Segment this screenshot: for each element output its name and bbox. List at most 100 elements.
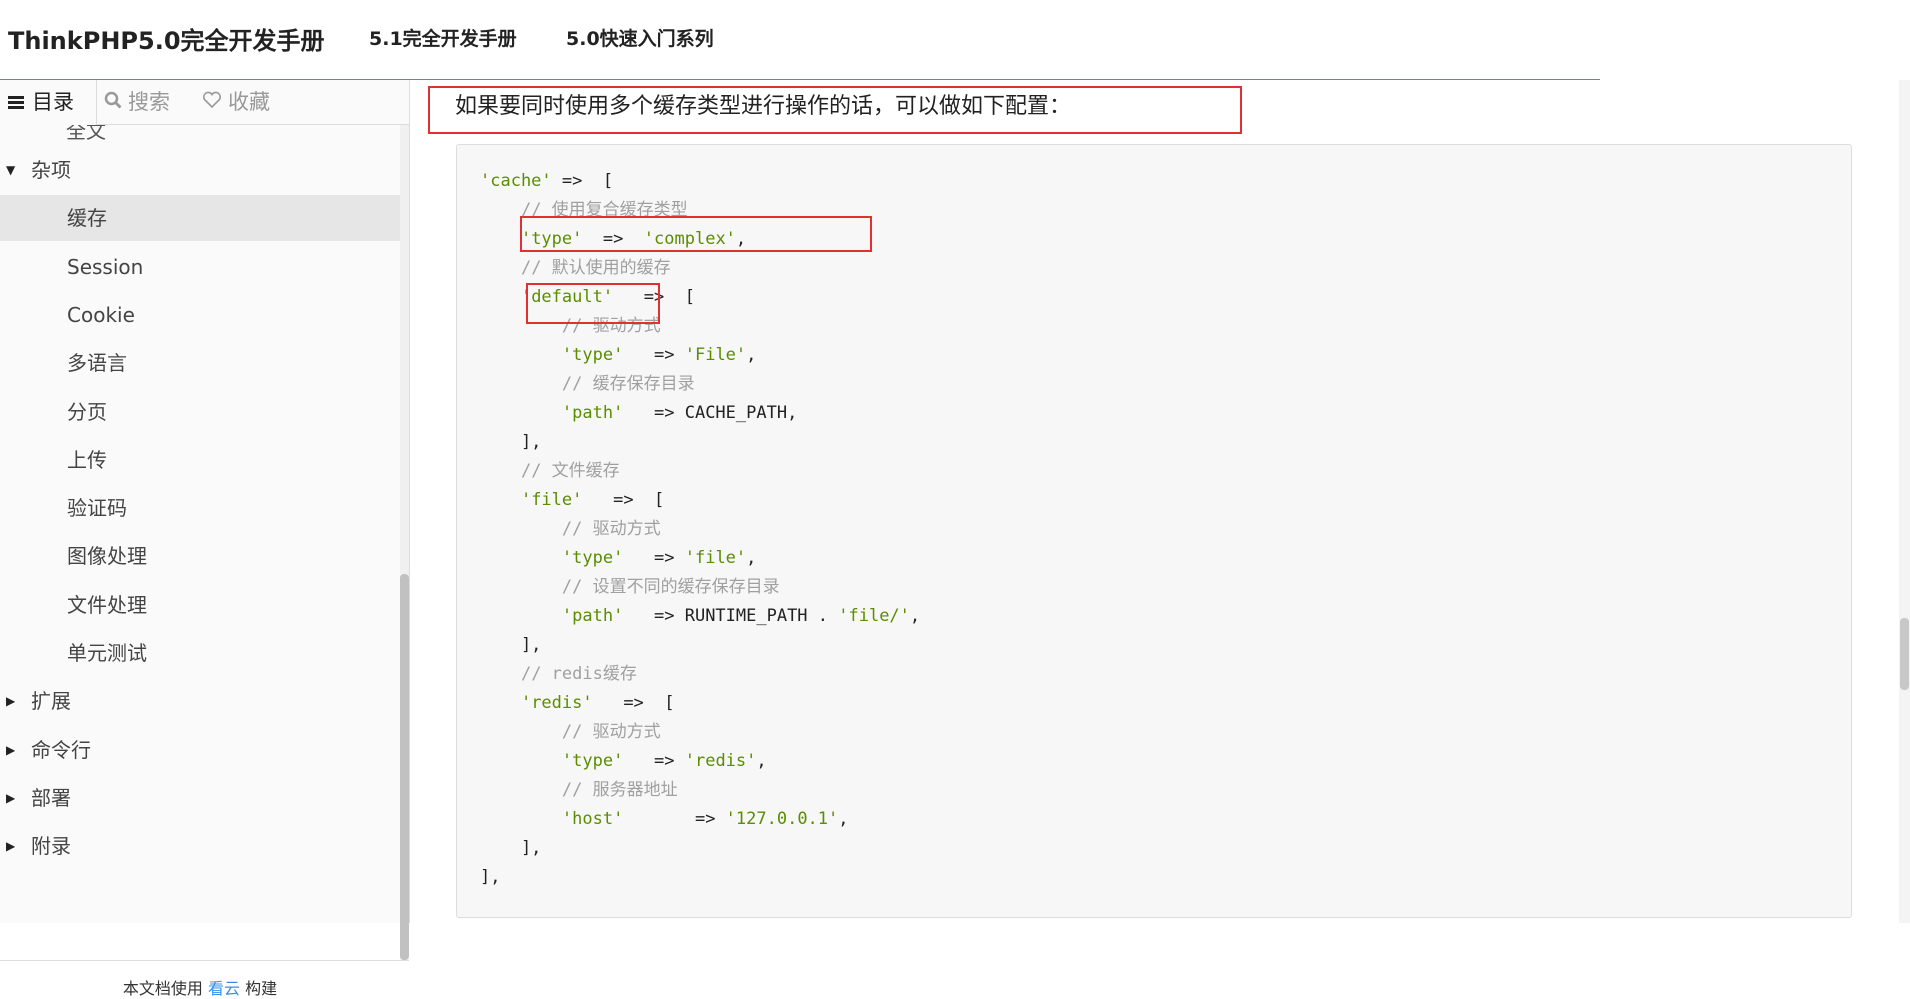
tab-favorites[interactable]: 收藏 (202, 80, 270, 124)
code-text: , (909, 606, 921, 626)
sidebar-item-label: 扩展 (31, 689, 71, 714)
footer-divider (0, 960, 409, 961)
code-line: // 默认使用的缓存 (480, 254, 920, 283)
sidebar-item[interactable]: 单元测试 (0, 630, 400, 676)
sidebar-item[interactable]: 上传 (0, 437, 400, 483)
site-brand[interactable]: ThinkPHP5.0完全开发手册 (8, 21, 325, 56)
footer-suffix: 构建 (240, 979, 278, 998)
sidebar-item-label: 分页 (67, 399, 107, 424)
sidebar-item-label: 附录 (31, 834, 71, 859)
sidebar-item[interactable]: ▶ 部署 (0, 775, 400, 821)
code-text: , (746, 345, 757, 365)
code-line: // 缓存保存目录 (480, 370, 920, 399)
code-line: 'type' => 'File', (480, 341, 920, 370)
highlight-box-intro (428, 86, 1242, 134)
tab-catalog[interactable]: 目录 (0, 80, 97, 125)
code-line: // redis缓存 (480, 660, 920, 689)
code-string: 'host' (561, 809, 624, 829)
code-text: => RUNTIME_PATH . (623, 606, 839, 626)
code-text: => [ (582, 490, 665, 510)
heart-icon (202, 80, 222, 124)
caret-right-icon[interactable]: ▶ (6, 727, 15, 773)
kancloud-link[interactable]: 看云 (208, 979, 240, 998)
window-scrollbar-thumb[interactable] (1900, 618, 1909, 690)
code-line: ], (480, 863, 920, 892)
code-string: 'type' (561, 345, 624, 365)
code-comment: // 缓存保存目录 (561, 374, 695, 394)
code-string: 'cache' (480, 171, 552, 191)
sidebar-item[interactable]: 图像处理 (0, 533, 400, 579)
sidebar-item[interactable]: 多语言 (0, 340, 400, 386)
code-text: , (838, 809, 849, 829)
code-line: // 服务器地址 (480, 776, 920, 805)
code-string: 'redis' (520, 693, 593, 713)
sidebar-item-label: 多语言 (67, 351, 127, 376)
sidebar-item[interactable]: 分页 (0, 389, 400, 435)
sidebar-item-label: Session (67, 254, 144, 279)
sidebar-footer: 本文档使用 看云 构建 (0, 975, 400, 999)
code-string: 'type' (561, 751, 624, 771)
code-comment: // 默认使用的缓存 (520, 258, 671, 278)
sidebar-item[interactable]: ▶ 附录 (0, 823, 400, 869)
code-text: ], (480, 838, 542, 858)
sidebar: 目录 搜索 收藏 全文 ▼ 杂项缓存 Session Cookie 多语言分页上传 验证码… (0, 80, 410, 998)
caret-right-icon[interactable]: ▶ (6, 823, 15, 869)
code-line: 'path' => RUNTIME_PATH . 'file/', (480, 602, 920, 631)
code-string: 'file' (520, 490, 583, 510)
nav-link-5-1-manual[interactable]: 5.1完全开发手册 (369, 24, 517, 51)
sidebar-item[interactable]: Session (0, 244, 400, 290)
catalog-tree: 全文 ▼ 杂项缓存 Session Cookie 多语言分页上传 验证码图像处理文件处理单… (0, 125, 400, 960)
sidebar-scrollbar-thumb[interactable] (400, 574, 409, 960)
tab-favorites-label: 收藏 (228, 90, 270, 114)
code-line: 'type' => 'file', (480, 544, 920, 573)
code-line: ], (480, 631, 920, 660)
code-text: , (746, 548, 757, 568)
sidebar-item-label: 单元测试 (67, 641, 147, 665)
code-line: ], (480, 834, 920, 863)
sidebar-item-label: 命令行 (31, 737, 91, 762)
code-comment: // 驱动方式 (561, 722, 661, 742)
nav-link-5-0-quickstart[interactable]: 5.0快速入门系列 (566, 24, 714, 51)
sidebar-item-label: 图像处理 (67, 544, 147, 569)
sidebar-item[interactable]: 缓存 (0, 195, 400, 242)
code-line: 'type' => 'redis', (480, 747, 920, 776)
footer-prefix: 本文档使用 (122, 979, 208, 998)
list-icon (8, 96, 24, 110)
sidebar-item[interactable]: 文件处理 (0, 582, 400, 628)
window-scrollbar-track[interactable] (1899, 80, 1910, 923)
code-line: // 驱动方式 (480, 515, 920, 544)
sidebar-item[interactable]: 验证码 (0, 485, 400, 531)
code-text: => CACHE_PATH, (623, 403, 798, 423)
code-string: 'type' (561, 548, 624, 568)
sidebar-item[interactable]: ▼ 杂项 (0, 147, 400, 193)
sidebar-item[interactable]: ▶ 扩展 (0, 678, 400, 724)
code-text: ], (480, 867, 501, 887)
code-comment: // 驱动方式 (561, 519, 661, 539)
caret-right-icon[interactable]: ▶ (6, 775, 15, 821)
sidebar-item[interactable]: ▶ 命令行 (0, 727, 400, 773)
code-line: ], (480, 428, 920, 457)
code-text: => (623, 751, 685, 771)
caret-down-icon[interactable]: ▼ (6, 147, 15, 193)
sidebar-item[interactable]: Cookie (0, 292, 400, 338)
sidebar-item-label: 杂项 (31, 158, 71, 182)
caret-right-icon[interactable]: ▶ (6, 678, 15, 724)
code-text: => (623, 809, 726, 829)
code-line: 'path' => CACHE_PATH, (480, 399, 920, 428)
code-string: 'File' (684, 345, 747, 365)
code-line: 'cache' => [ (480, 167, 920, 196)
highlight-box-default (526, 283, 660, 324)
code-string: 'path' (561, 606, 624, 626)
tab-search[interactable]: 搜索 (104, 80, 170, 124)
partial-tree-item[interactable]: 全文 (66, 125, 106, 144)
code-line: 'file' => [ (480, 486, 920, 515)
highlight-box-type (520, 216, 872, 252)
